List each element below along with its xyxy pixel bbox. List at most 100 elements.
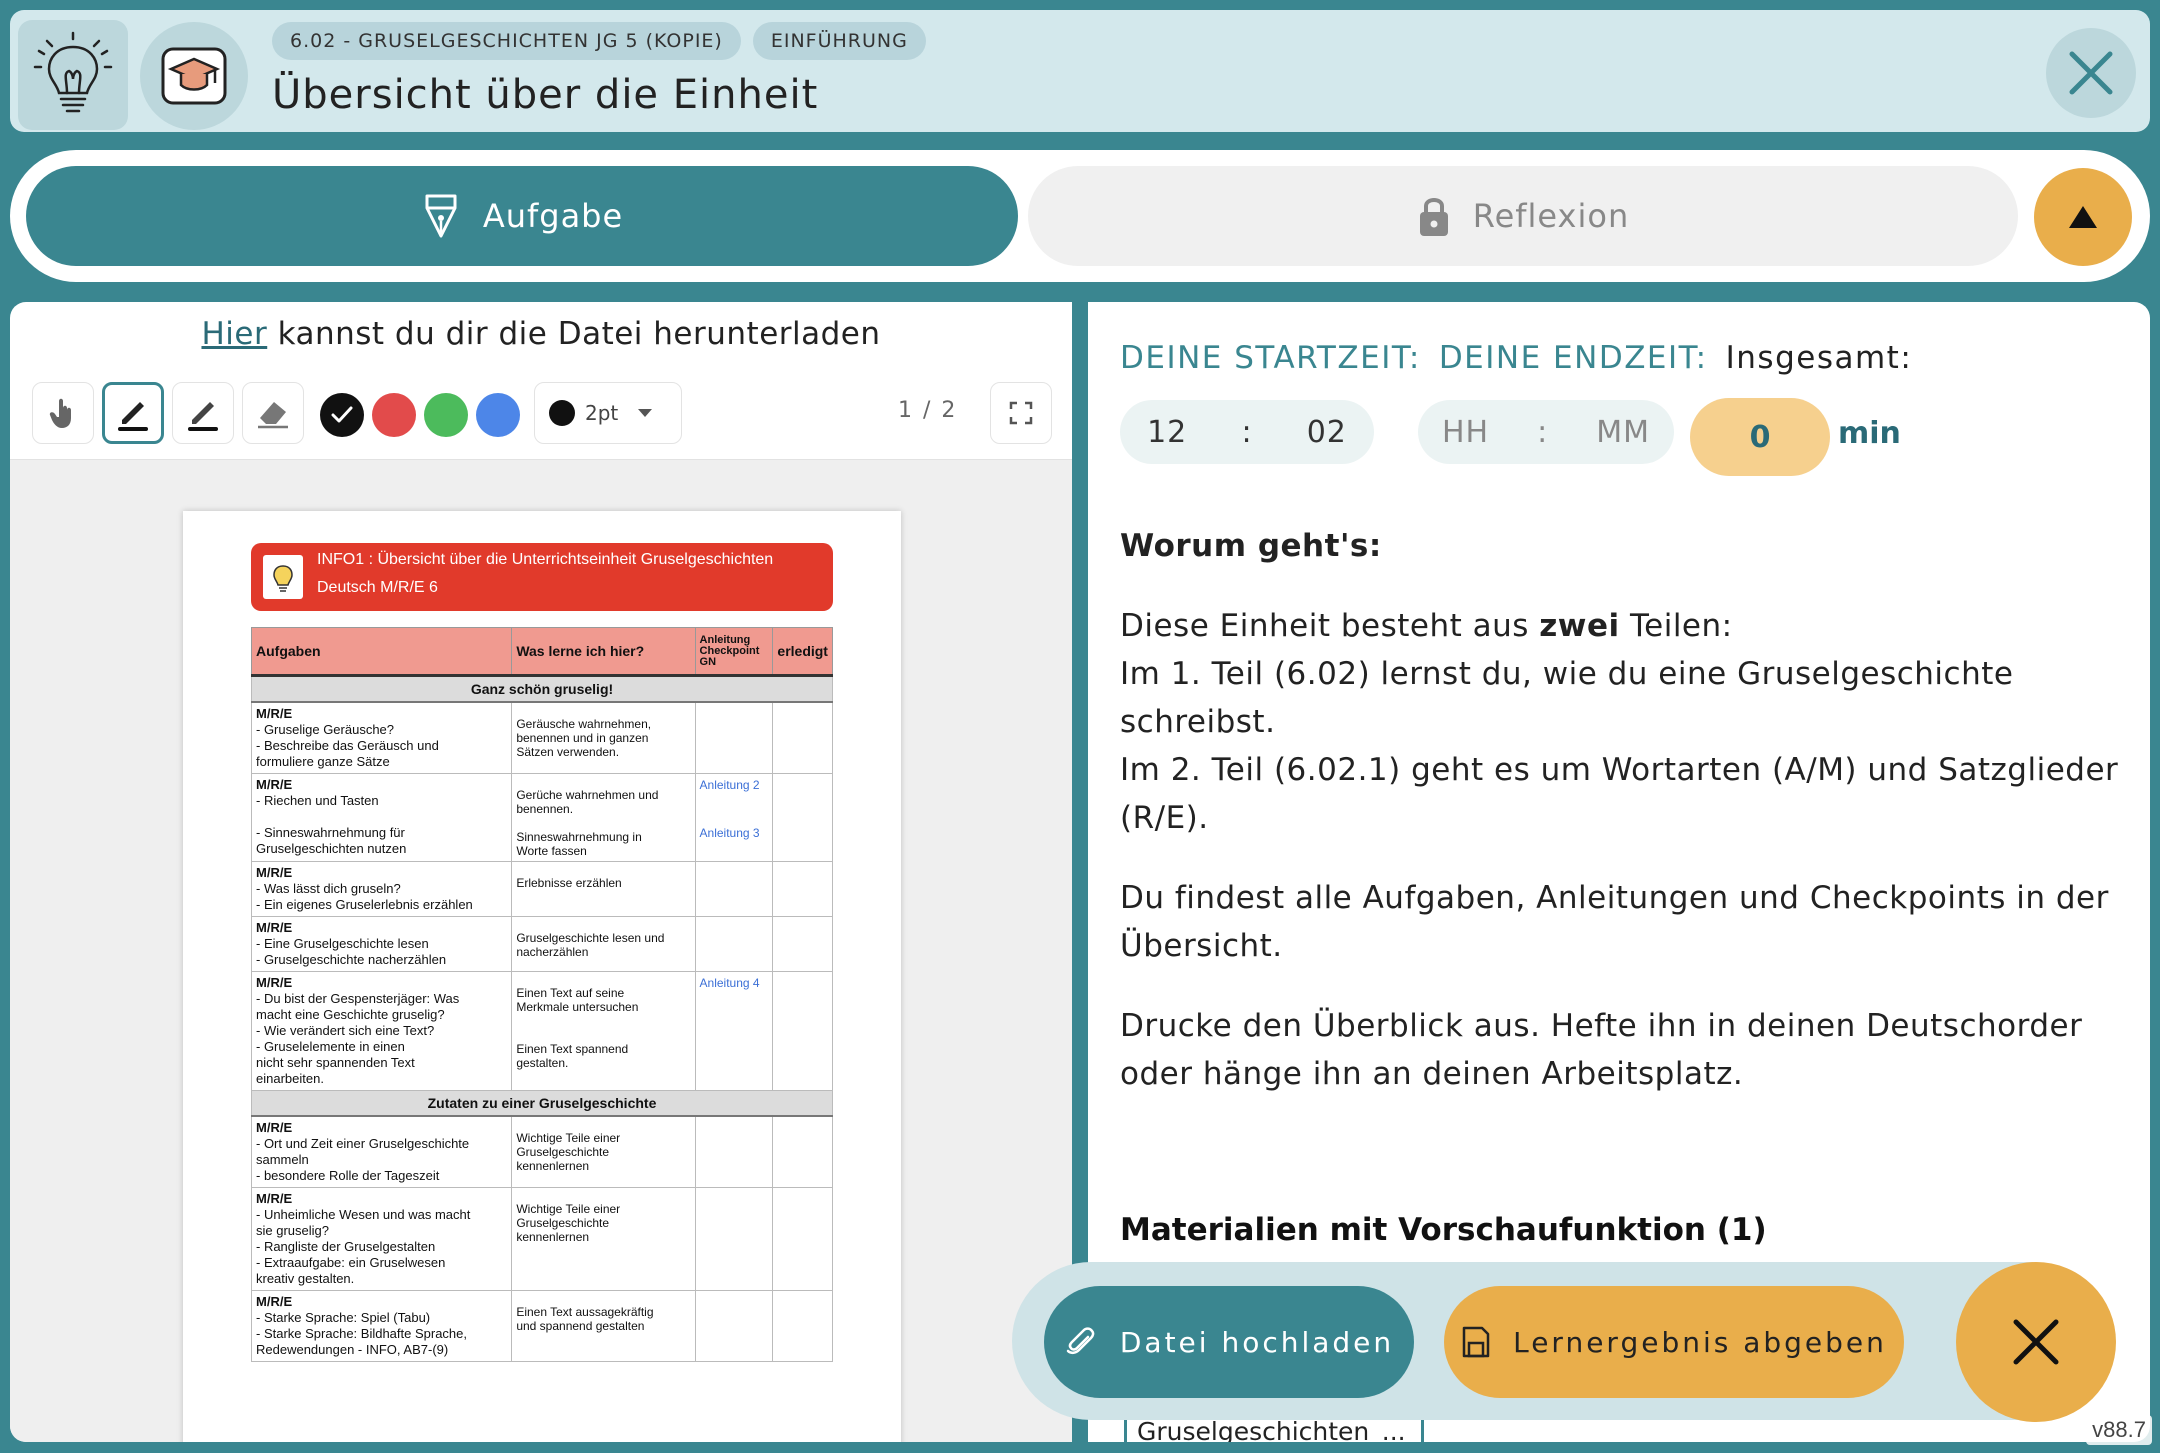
guide-cell[interactable]: Anleitung 4 [694, 971, 774, 1091]
download-link[interactable]: Hier [201, 316, 267, 352]
done-cell[interactable] [772, 1115, 833, 1188]
done-cell[interactable] [772, 773, 833, 862]
learn-cell: Gerüche wahrnehmen und benennen. Sinnesw… [511, 773, 696, 862]
guide-cell[interactable]: Anleitung 2 Anleitung 3 [694, 773, 774, 862]
learn-cell: Einen Text auf seine Merkmale untersuche… [511, 971, 696, 1091]
highlighter-icon [188, 402, 218, 431]
graduation-cap-icon[interactable] [140, 22, 248, 130]
learn-cell: Erlebnisse erzählen [511, 861, 696, 917]
learn-cell: Geräusche wahrnehmen, benennen und in ga… [511, 701, 696, 774]
close-actions-button[interactable] [1956, 1262, 2116, 1422]
start-minute[interactable]: 02 [1307, 415, 1347, 450]
done-cell[interactable] [772, 861, 833, 917]
collapse-button[interactable] [2034, 168, 2132, 266]
task-description: Worum geht's: Diese Einheit besteht aus … [1120, 522, 2120, 1130]
lock-icon [1419, 198, 1448, 236]
done-cell[interactable] [772, 1187, 833, 1291]
guide-cell[interactable] [694, 701, 774, 774]
triangle-up-icon [2069, 206, 2097, 228]
color-swatch-blue[interactable] [476, 393, 520, 437]
level-label: M/R/E [256, 865, 293, 880]
done-cell[interactable] [772, 916, 833, 972]
close-button[interactable] [2046, 28, 2136, 118]
document-viewport[interactable]: INFO1 : Übersicht über die Unterrichtsei… [10, 460, 1072, 1442]
download-hint: Hier kannst du dir die Datei herunterlad… [10, 316, 1072, 352]
table-row: M/R/E - Gruselige Geräusche? - Beschreibe… [250, 701, 833, 774]
document-title: INFO1 : Übersicht über die Unterrichtsei… [317, 551, 774, 568]
fullscreen-button[interactable] [990, 382, 1052, 444]
done-cell[interactable] [772, 701, 833, 774]
color-swatch-black[interactable] [320, 393, 364, 437]
breadcrumb-section[interactable]: EINFÜHRUNG [752, 22, 926, 60]
breadcrumb: 6.02 - GRUSELGESCHICHTEN JG 5 (KOPIE) EI… [272, 22, 926, 60]
hand-tool-button[interactable] [32, 382, 94, 444]
task-cell: M/R/E - Gruselige Geräusche? - Beschreibe… [250, 701, 513, 774]
end-minute[interactable]: MM [1596, 415, 1650, 450]
document-banner: INFO1 : Übersicht über die Unterrichtsei… [251, 543, 833, 611]
task-text: - Riechen und Tasten - Sinneswahrnehmung… [256, 793, 407, 856]
task-cell: M/R/E - Riechen und Tasten - Sinneswahrne… [250, 773, 513, 862]
level-label: M/R/E [256, 920, 293, 935]
total-minutes-value: 0 [1690, 398, 1830, 476]
task-text: - Unheimliche Wesen und was macht sie gr… [256, 1207, 471, 1286]
table-row: M/R/E - Unheimliche Wesen und was macht s… [250, 1187, 833, 1291]
breadcrumb-unit[interactable]: 6.02 - GRUSELGESCHICHTEN JG 5 (KOPIE) [272, 22, 741, 60]
eraser-tool-button[interactable] [242, 382, 304, 444]
end-hour[interactable]: HH [1442, 415, 1489, 450]
guide-cell[interactable] [694, 1115, 774, 1188]
task-cell: M/R/E - Unheimliche Wesen und was macht s… [250, 1187, 513, 1291]
table-section-title: Zutaten zu einer Gruselgeschichte [251, 1090, 833, 1117]
upload-file-button[interactable]: Datei hochladen [1044, 1286, 1414, 1398]
tab-reflexion[interactable]: Reflexion [1028, 166, 2018, 266]
table-row: M/R/E - Ort und Zeit einer Gruselgeschich… [250, 1115, 833, 1188]
end-time-input[interactable]: HH : MM [1418, 400, 1674, 464]
level-label: M/R/E [256, 706, 293, 721]
level-label: M/R/E [256, 777, 293, 792]
color-swatch-green[interactable] [424, 393, 468, 437]
page-indicator: 1 / 2 [898, 398, 958, 423]
table-row: M/R/E - Du bist der Gespensterjäger: Was … [250, 971, 833, 1091]
p1-line3: Im 2. Teil (6.02.1) geht es um Wortarten… [1120, 752, 2119, 836]
lightbulb-icon [263, 555, 303, 599]
color-swatch-red[interactable] [372, 393, 416, 437]
task-text: - Starke Sprache: Spiel (Tabu) - Starke … [256, 1310, 468, 1357]
task-text: - Eine Gruselgeschichte lesen - Gruselge… [256, 936, 447, 967]
pen-tool-button[interactable] [102, 382, 164, 444]
highlighter-tool-button[interactable] [172, 382, 234, 444]
pen-size-select[interactable]: 2pt [534, 382, 682, 444]
start-hour[interactable]: 12 [1147, 415, 1187, 450]
guide-cell[interactable] [694, 1290, 774, 1362]
p1-text-end: Teilen: [1619, 608, 1733, 644]
done-cell[interactable] [772, 1290, 833, 1362]
task-cell: M/R/E - Du bist der Gespensterjäger: Was … [250, 971, 513, 1091]
close-icon [2069, 51, 2113, 95]
table-row: M/R/E - Riechen und Tasten - Sinneswahrne… [250, 773, 833, 862]
overview-table: Aufgaben Was lerne ich hier? Anleitung C… [250, 627, 833, 1362]
p1-bold: zwei [1539, 608, 1620, 644]
task-text: - Du bist der Gespensterjäger: Was macht… [256, 991, 460, 1086]
p1-line2: Im 1. Teil (6.02) lernst du, wie du eine… [1120, 656, 2014, 740]
annotation-toolbar: 2pt 1 / 2 [10, 370, 1072, 460]
task-cell: M/R/E - Starke Sprache: Spiel (Tabu) - St… [250, 1290, 513, 1362]
p1-text: Diese Einheit besteht aus [1120, 608, 1540, 644]
pdf-viewer-pane: Hier kannst du dir die Datei herunterlad… [10, 302, 1072, 1442]
start-time-input[interactable]: 12 : 02 [1120, 400, 1374, 464]
guide-cell[interactable] [694, 1187, 774, 1291]
chevron-down-icon [638, 409, 653, 417]
materials-heading: Materialien mit Vorschaufunktion (1) [1120, 1212, 1767, 1248]
document-subtitle: Deutsch M/R/E 6 [317, 579, 438, 596]
end-time-label: DEINE ENDZEIT: [1438, 340, 1708, 376]
guide-cell[interactable] [694, 916, 774, 972]
guide-cell[interactable] [694, 861, 774, 917]
version-label: v88.7 [2086, 1415, 2152, 1445]
level-label: M/R/E [256, 1191, 293, 1206]
learn-cell: Wichtige Teile einer Gruselgeschichte ke… [511, 1115, 696, 1188]
tab-aufgabe[interactable]: Aufgabe [26, 166, 1018, 266]
description-paragraph-1: Diese Einheit besteht aus zwei Teilen: I… [1120, 602, 2120, 842]
submit-result-button[interactable]: Lernergebnis abgeben [1444, 1286, 1904, 1398]
time-separator: : [1241, 414, 1253, 450]
lightbulb-logo-icon[interactable] [18, 20, 128, 130]
done-cell[interactable] [772, 971, 833, 1091]
learn-cell: Einen Text aussagekräftig und spannend g… [511, 1290, 696, 1362]
time-separator: : [1537, 414, 1549, 450]
